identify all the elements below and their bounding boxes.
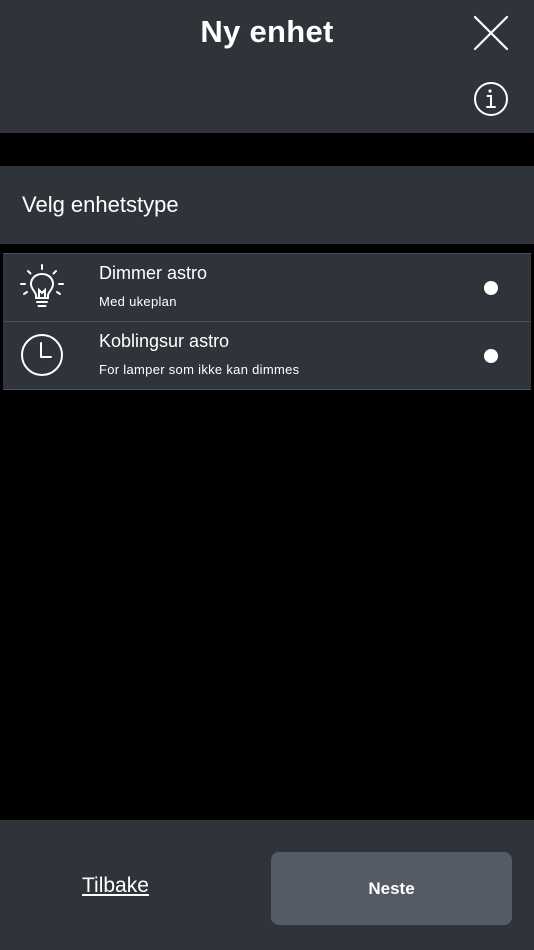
footer-bar: Tilbake Neste (0, 820, 534, 950)
item-title: Koblingsur astro (99, 331, 230, 351)
clock-icon (21, 334, 63, 376)
info-icon (474, 82, 508, 116)
next-button[interactable]: Neste (271, 852, 512, 925)
info-button[interactable] (472, 80, 510, 118)
close-icon (473, 15, 509, 51)
item-subtitle: For lamper som ikke kan dimmes (99, 362, 300, 377)
list-item-dimmer-astro[interactable]: Dimmer astro Med ukeplan (3, 253, 531, 322)
section-label: Velg enhetstype (22, 192, 179, 217)
list-item-koblingsur-astro[interactable]: Koblingsur astro For lamper som ikke kan… (3, 322, 531, 390)
close-button[interactable] (472, 14, 510, 52)
back-link[interactable]: Tilbake (82, 874, 149, 898)
device-type-list: Dimmer astro Med ukeplan Koblingsur astr… (3, 253, 531, 390)
radio-button[interactable] (484, 281, 498, 295)
item-title: Dimmer astro (99, 263, 208, 283)
radio-button[interactable] (484, 349, 498, 363)
lightbulb-icon (20, 264, 64, 307)
page-title: Ny enhet (200, 14, 334, 49)
header-bar: Ny enhet (0, 0, 534, 133)
item-subtitle: Med ukeplan (99, 294, 177, 309)
section-header: Velg enhetstype (0, 166, 534, 244)
next-button-label: Neste (368, 878, 415, 898)
